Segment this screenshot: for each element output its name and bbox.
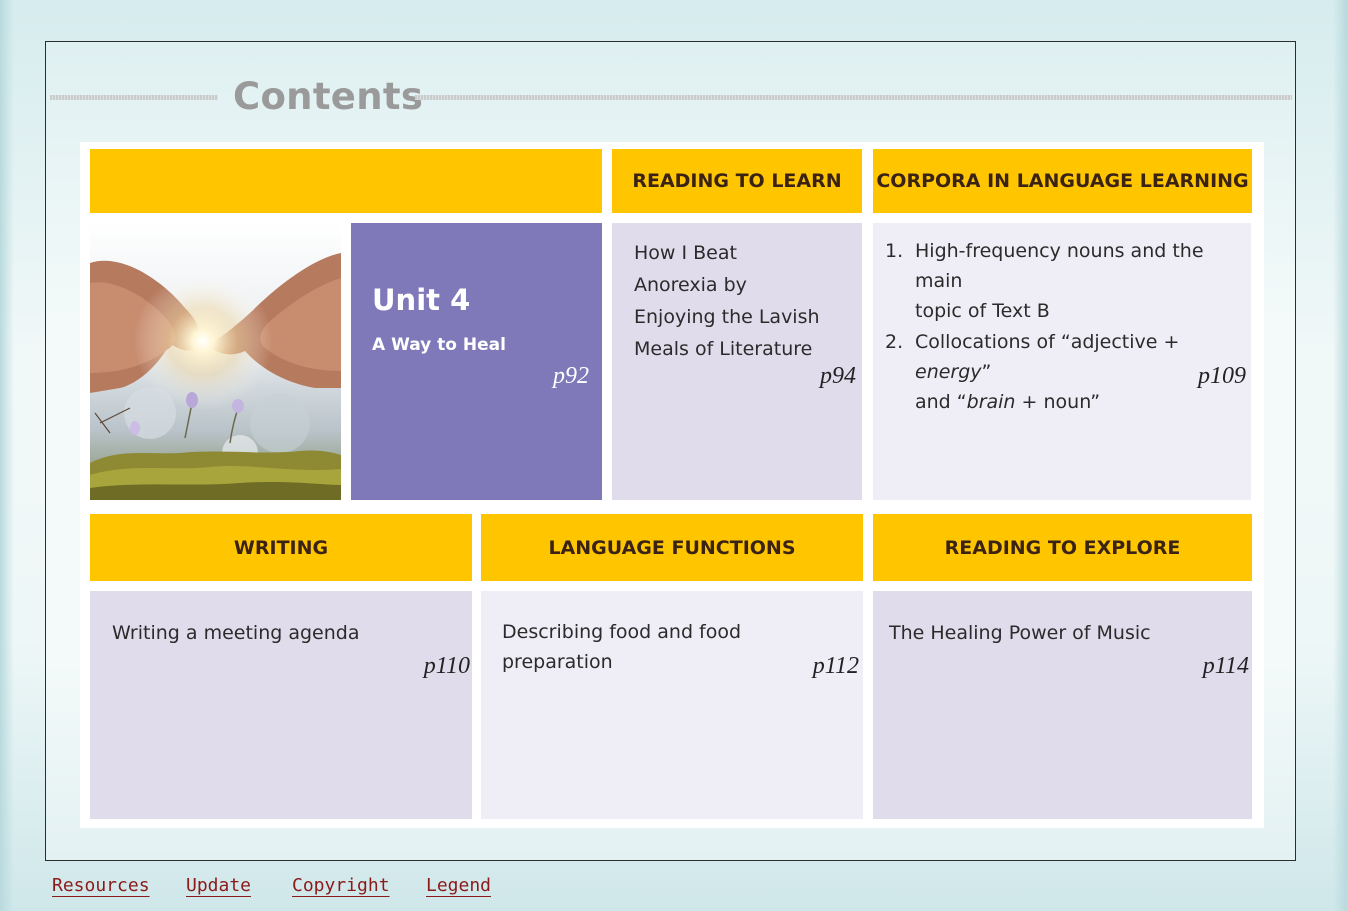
header-writing-label: WRITING	[233, 536, 329, 559]
page-title: Contents	[233, 75, 424, 118]
reading-to-learn-line: Anorexia by	[634, 274, 747, 296]
hands-sunlight-photo-icon	[90, 223, 341, 500]
unit-page-number: p92	[553, 363, 589, 389]
header-language-functions: LANGUAGE FUNCTIONS	[481, 514, 863, 581]
reading-to-learn-cell[interactable]: How I Beat Anorexia by Enjoying the Lavi…	[612, 223, 862, 500]
header-reading-to-learn: READING TO LEARN	[612, 149, 862, 213]
corpora-item-text: and “brain + noun”	[915, 387, 1245, 417]
header-reading-to-explore: READING TO EXPLORE	[873, 514, 1252, 581]
reading-to-explore-page: p114	[1202, 653, 1249, 679]
reading-to-learn-title: How I Beat Anorexia by Enjoying the Lavi…	[634, 237, 860, 365]
reading-to-explore-cell[interactable]: The Healing Power of Music p114	[873, 591, 1252, 819]
unit-header-blank	[90, 149, 602, 213]
corpora-page: p109	[1198, 363, 1246, 389]
unit-subtitle: A Way to Heal	[372, 335, 506, 355]
nav-copyright-link[interactable]: Copyright	[292, 875, 390, 896]
contents-panel: READING TO LEARN CORPORA IN LANGUAGE LEA…	[80, 142, 1264, 828]
corpora-text-part: + noun”	[1015, 391, 1101, 413]
header-corpora: CORPORA IN LANGUAGE LEARNING	[873, 149, 1252, 213]
unit-cell[interactable]: Unit 4 A Way to Heal p92	[351, 223, 602, 500]
reading-to-learn-line: Enjoying the Lavish	[634, 306, 820, 328]
corpora-text-italic: brain	[966, 391, 1016, 413]
left-edge-shade	[0, 0, 14, 911]
corpora-text-part: and “	[915, 391, 967, 413]
nav-legend-link[interactable]: Legend	[426, 875, 491, 896]
corpora-text-italic: energy	[915, 361, 982, 383]
corpora-item-2: 2. Collocations of “adjective + energy” …	[885, 327, 1245, 417]
reading-to-explore-text: The Healing Power of Music	[889, 622, 1151, 644]
corpora-text-part: ”	[981, 361, 992, 383]
corpora-item-text: Collocations of “adjective + energy”	[915, 327, 1245, 387]
corpora-item-number: 2.	[885, 331, 904, 353]
corpora-item-text: topic of Text B	[915, 300, 1050, 322]
corpora-item-number: 1.	[885, 240, 904, 262]
corpora-cell[interactable]: 1. High-frequency nouns and the main top…	[873, 223, 1251, 500]
language-functions-line: preparation	[502, 651, 613, 673]
language-functions-cell[interactable]: Describing food and food preparation p11…	[481, 591, 863, 819]
language-functions-page: p112	[812, 653, 859, 679]
unit-photo	[90, 223, 341, 500]
right-edge-shade	[1333, 0, 1347, 911]
title-rule-right	[415, 95, 1292, 100]
writing-text: Writing a meeting agenda	[112, 622, 360, 644]
header-reading-to-learn-label: READING TO LEARN	[632, 170, 842, 192]
corpora-list: 1. High-frequency nouns and the main top…	[885, 236, 1245, 417]
writing-page: p110	[423, 653, 470, 679]
unit-number: Unit 4	[372, 283, 471, 317]
reading-to-learn-line: How I Beat	[634, 242, 737, 264]
header-writing: WRITING	[90, 514, 472, 581]
header-corpora-label: CORPORA IN LANGUAGE LEARNING	[876, 170, 1249, 192]
language-functions-text: Describing food and food preparation	[502, 617, 741, 677]
header-reading-to-explore-label: READING TO EXPLORE	[944, 536, 1181, 559]
writing-cell[interactable]: Writing a meeting agenda p110	[90, 591, 472, 819]
title-rule-left	[50, 95, 218, 100]
corpora-text-part: Collocations of “adjective +	[915, 331, 1180, 353]
corpora-item-1: 1. High-frequency nouns and the main top…	[885, 236, 1245, 326]
reading-to-learn-page: p94	[820, 363, 856, 389]
reading-to-learn-line: Meals of Literature	[634, 338, 813, 360]
corpora-item-text: High-frequency nouns and the main	[915, 240, 1204, 292]
nav-resources-link[interactable]: Resources	[52, 875, 150, 896]
language-functions-line: Describing food and food	[502, 621, 742, 643]
nav-update-link[interactable]: Update	[186, 875, 251, 896]
header-language-functions-label: LANGUAGE FUNCTIONS	[548, 536, 796, 559]
